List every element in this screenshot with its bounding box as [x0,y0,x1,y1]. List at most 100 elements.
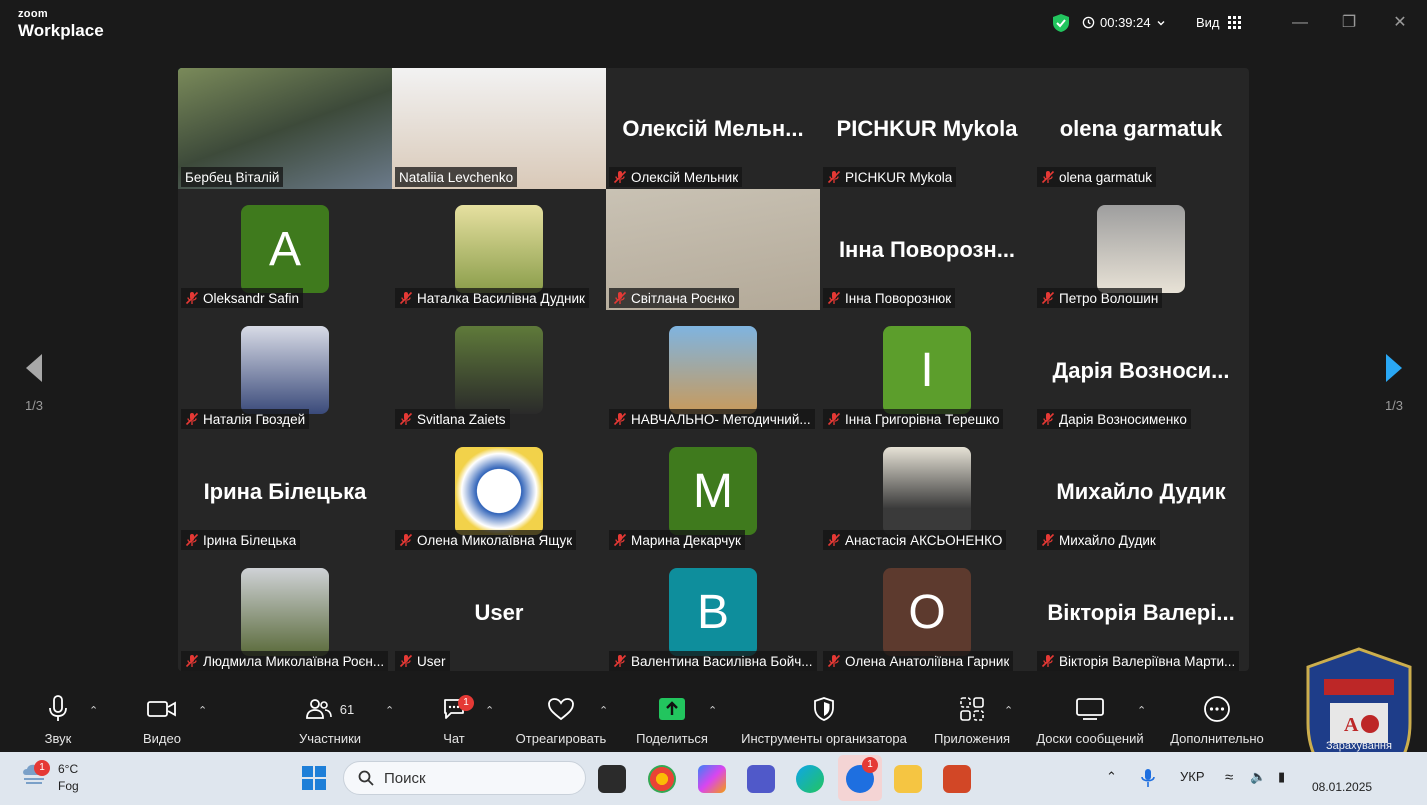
participant-name: Svitlana Zaiets [417,411,506,427]
apps-options-caret[interactable]: ⌃ [1004,704,1013,717]
chat-options-caret[interactable]: ⌃ [485,704,494,717]
chrome-icon[interactable] [648,765,676,793]
participants-options-caret[interactable]: ⌃ [385,704,394,717]
restore-icon[interactable]: ❐ [1338,12,1360,34]
tray-mic-icon[interactable] [1141,768,1155,788]
battery-icon[interactable]: ▮ [1278,769,1285,785]
minimize-icon[interactable]: — [1289,12,1311,34]
participant-tile[interactable]: I Інна Григорівна Терешко [820,310,1034,431]
view-label: Вид [1196,15,1220,30]
participant-display-name: Михайло Дудик [1056,479,1226,504]
mic-muted-icon [399,291,413,305]
participant-tile[interactable]: Наталка Василівна Дудник [392,189,606,310]
audio-label: Звук [44,731,72,746]
teams-icon[interactable] [747,765,775,793]
participant-tile[interactable]: Світлана Роєнко [606,189,820,310]
participant-tile[interactable]: Людмила Миколаївна Роєн... [178,552,392,671]
weather-widget[interactable]: 6°C Fog 1 [20,760,79,795]
prev-page[interactable]: 1/3 [14,352,54,413]
participant-name-bar: Інна Григорівна Терешко [823,409,1004,429]
file-explorer-icon[interactable] [894,765,922,793]
zoom-badge: 1 [862,757,878,773]
encryption-shield-icon[interactable] [1051,13,1071,33]
participant-tile[interactable]: Петро Волошин [1034,189,1248,310]
participant-tile[interactable]: O Олена Анатоліївна Гарник [820,552,1034,671]
participant-tile[interactable]: Дарія Возноси... Дарія Возносименко [1034,310,1248,431]
participant-name: Вікторія Валеріївна Марти... [1059,653,1236,669]
participant-tile[interactable]: Олена Миколаївна Ящук [392,431,606,552]
arrow-right-icon[interactable] [1384,352,1404,384]
share-options-caret[interactable]: ⌃ [708,704,717,717]
zoom-taskbar-button[interactable]: 1 [838,755,882,801]
participant-photo-avatar [669,326,757,414]
meeting-timer[interactable]: 00:39:24 [1082,15,1166,30]
taskbar-date[interactable]: 08.01.2025 [1312,780,1372,794]
heart-icon [548,698,574,721]
react-options-caret[interactable]: ⌃ [599,704,608,717]
mic-muted-icon [613,412,627,426]
participant-tile[interactable]: B Валентина Василівна Бойч... [606,552,820,671]
participant-tile[interactable]: Ірина Білецька Ірина Білецька [178,431,392,552]
taskbar-search[interactable]: Поиск [343,761,586,795]
chat-badge: 1 [458,695,474,711]
audio-options-caret[interactable]: ⌃ [89,704,98,717]
edge-icon[interactable] [796,765,824,793]
participant-tile[interactable]: Svitlana Zaiets [392,310,606,431]
participant-name-bar: Валентина Василівна Бойч... [609,651,817,671]
share-button[interactable]: Поделиться [632,694,712,746]
microphone-icon [49,695,67,721]
whiteboards-button[interactable]: Доски сообщений [1030,694,1150,746]
mic-muted-icon [1041,533,1055,547]
participant-tile[interactable]: Олексій Мельн... Олексій Мельник [606,68,820,189]
mic-muted-icon [399,533,413,547]
arrow-left-icon[interactable] [24,352,44,384]
participant-initial-avatar: A [241,205,329,293]
participant-tile[interactable]: PICHKUR Mykola PICHKUR Mykola [820,68,1034,189]
tray-chevron-icon[interactable]: ⌃ [1106,769,1117,785]
more-button[interactable]: Дополнительно [1164,694,1270,746]
brand-bottom: Workplace [18,21,104,40]
next-page[interactable]: 1/3 [1374,352,1414,413]
whiteboards-options-caret[interactable]: ⌃ [1137,704,1146,717]
close-icon[interactable]: ✕ [1389,12,1411,34]
participant-tile[interactable]: Nataliia Levchenko [392,68,606,189]
wifi-icon[interactable]: ≈ [1225,769,1233,786]
language-indicator[interactable]: УКР [1180,769,1205,784]
copilot-icon[interactable] [698,765,726,793]
participant-tile[interactable]: Інна Поворозн... Інна Поворознюк [820,189,1034,310]
mic-muted-icon [185,533,199,547]
audio-button[interactable]: Звук [36,694,80,746]
page-indicator-right: 1/3 [1384,398,1404,413]
mic-muted-icon [185,412,199,426]
react-button[interactable]: Отреагировать [510,694,612,746]
powerpoint-icon[interactable] [943,765,971,793]
participant-tile[interactable]: НАВЧАЛЬНО- Методичний... [606,310,820,431]
video-options-caret[interactable]: ⌃ [198,704,207,717]
participant-name-bar: Анастасія АКСЬОНЕНКО [823,530,1007,550]
participants-button[interactable]: 61 Участники [294,694,366,746]
participant-tile[interactable]: User User [392,552,606,671]
participant-photo-avatar [455,326,543,414]
participant-tile[interactable]: A Oleksandr Safin [178,189,392,310]
participant-name: НАВЧАЛЬНО- Методичний... [631,411,811,427]
task-view-icon[interactable] [598,765,626,793]
video-button[interactable]: Видео [138,694,186,746]
participant-tile[interactable]: olena garmatuk olena garmatuk [1034,68,1248,189]
participant-tile[interactable]: Наталія Гвоздей [178,310,392,431]
participant-name-bar: Наталія Гвоздей [181,409,310,429]
participant-name: Oleksandr Safin [203,290,300,306]
view-button[interactable]: Вид [1196,15,1241,30]
volume-icon[interactable]: 🔈 [1250,769,1266,785]
apps-button[interactable]: Приложения [928,694,1016,746]
participant-name-bar: Svitlana Zaiets [395,409,510,429]
host-tools-button[interactable]: Инструменты организатора [734,694,914,746]
participant-tile[interactable]: Анастасія АКСЬОНЕНКО [820,431,1034,552]
participant-tile[interactable]: Михайло Дудик Михайло Дудик [1034,431,1248,552]
participant-tile[interactable]: Бербец Віталій [178,68,392,189]
participant-photo-avatar [883,447,971,535]
windows-start-icon[interactable] [301,765,327,791]
chat-button[interactable]: Чат 1 [434,694,474,746]
participant-tile[interactable]: M Марина Декарчук [606,431,820,552]
mic-muted-icon [399,412,413,426]
participant-tile[interactable]: Вікторія Валері... Вікторія Валеріївна Ма… [1034,552,1248,671]
